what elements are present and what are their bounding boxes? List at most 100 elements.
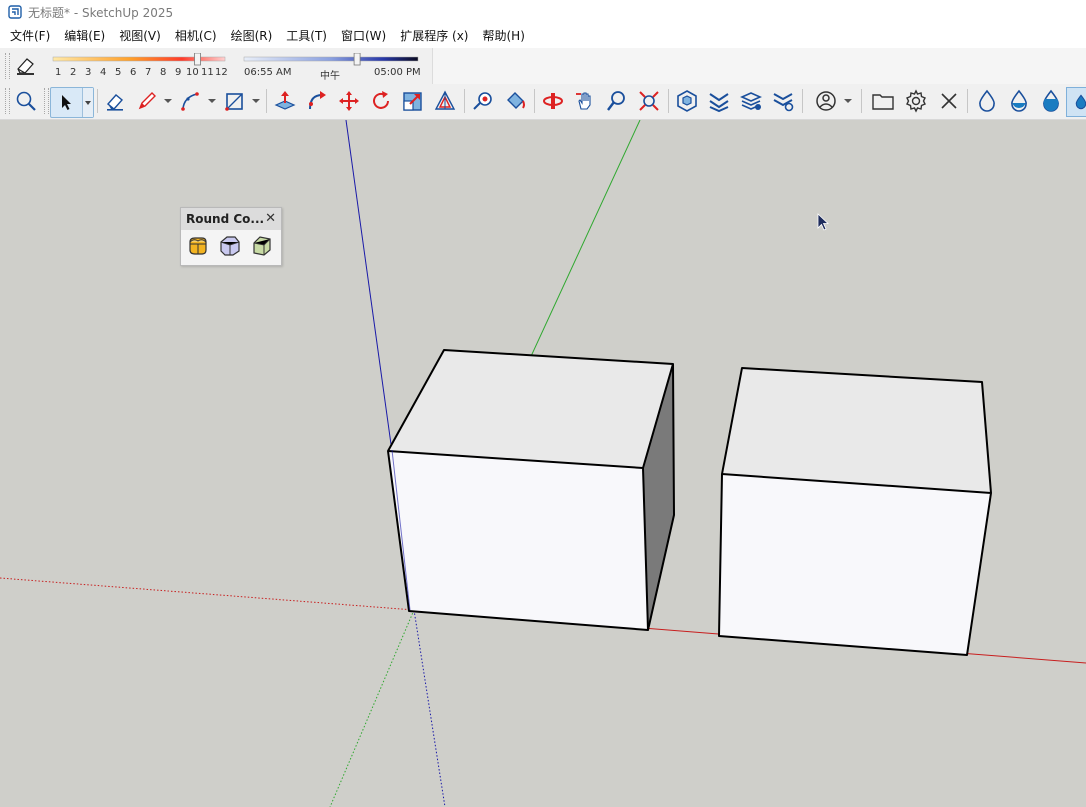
select-tool-dropdown[interactable] (82, 88, 93, 117)
paint-bucket-button[interactable] (501, 87, 529, 115)
menu-edit[interactable]: 编辑(E) (57, 25, 112, 47)
follow-me-icon (309, 91, 326, 110)
separator (534, 89, 535, 113)
pan-button[interactable] (571, 87, 599, 115)
eraser-shadow-icon (17, 58, 34, 75)
account-button[interactable] (812, 87, 840, 115)
round-corner-toolbar-header[interactable]: Round Co... ✕ (181, 208, 281, 230)
menu-camera[interactable]: 相机(C) (168, 25, 224, 47)
arc-tool-button[interactable] (176, 87, 204, 115)
offset-icon (434, 90, 456, 110)
month-tick: 11 (201, 67, 214, 78)
box-right[interactable] (718, 367, 992, 656)
settings-button[interactable] (902, 87, 930, 115)
gear-icon (906, 89, 926, 113)
pencil-icon (138, 92, 156, 110)
time-noon-label: 中午 (320, 71, 340, 82)
drop-fill-button[interactable] (1037, 87, 1065, 115)
scale-tool-button[interactable] (399, 87, 427, 115)
menu-view[interactable]: 视图(V) (112, 25, 168, 47)
warehouse-button[interactable] (673, 87, 701, 115)
bevel-corner-icon[interactable] (249, 233, 275, 259)
month-tick: 12 (215, 67, 228, 78)
zoom-icon (607, 91, 625, 111)
open-folder-button[interactable] (869, 87, 897, 115)
zoom-button[interactable] (603, 87, 631, 115)
line-tool-dropdown[interactable] (164, 87, 172, 115)
zoom-extents-icon (639, 91, 659, 111)
layout-button[interactable] (737, 87, 765, 115)
drop-solid-button[interactable] (1066, 87, 1086, 117)
toolbar-grip[interactable] (44, 88, 49, 114)
zoom-window-button[interactable] (635, 87, 663, 115)
drop-half-icon (1011, 89, 1027, 112)
round-corner-icon[interactable] (185, 233, 211, 259)
extension-manager-button[interactable] (769, 87, 797, 115)
round-corner-title: Round Co... (186, 212, 265, 226)
month-tick: 8 (160, 67, 167, 78)
drop-solid-icon (1075, 94, 1086, 110)
menu-draw[interactable]: 绘图(R) (224, 25, 280, 47)
separator (97, 89, 98, 113)
rectangle-tool-dropdown[interactable] (252, 87, 260, 115)
eraser-button[interactable] (101, 87, 129, 115)
box-left[interactable] (387, 349, 675, 631)
month-tick: 1 (55, 67, 62, 78)
separator (802, 89, 803, 113)
time-slider-thumb[interactable] (353, 53, 361, 66)
separator (967, 89, 968, 113)
toolbar-grip[interactable] (5, 53, 10, 79)
drop-fill-icon (1043, 89, 1059, 112)
move-tool-button[interactable] (335, 87, 363, 115)
menu-extensions[interactable]: 扩展程序 (x) (393, 25, 475, 47)
rotate-tool-button[interactable] (367, 87, 395, 115)
month-tick: 2 (70, 67, 77, 78)
push-pull-icon (274, 91, 296, 110)
toolbar-area-empty (433, 48, 1086, 84)
send-to-layout-icon (740, 92, 762, 110)
time-end-label: 05:00 PM (374, 67, 421, 78)
push-pull-button[interactable] (271, 87, 299, 115)
tape-measure-icon (473, 92, 492, 110)
drop-half-button[interactable] (1005, 87, 1033, 115)
toolbar-grip[interactable] (5, 88, 10, 114)
rectangle-tool-button[interactable] (221, 87, 249, 115)
month-tick: 9 (175, 67, 182, 78)
month-slider[interactable] (52, 53, 228, 67)
menu-file[interactable]: 文件(F) (0, 25, 57, 47)
month-slider-thumb[interactable] (194, 53, 201, 66)
time-slider[interactable] (243, 53, 421, 67)
tape-measure-button[interactable] (469, 87, 497, 115)
sharp-corner-icon[interactable] (217, 233, 243, 259)
menu-tools[interactable]: 工具(T) (279, 25, 334, 47)
menu-help[interactable]: 帮助(H) (475, 25, 531, 47)
model-viewport[interactable] (0, 120, 1086, 807)
account-dropdown[interactable] (844, 87, 852, 115)
sketchup-logo-icon (8, 5, 22, 19)
mouse-cursor-icon (817, 213, 830, 231)
separator (464, 89, 465, 113)
separator (266, 89, 267, 113)
orbit-button[interactable] (539, 87, 567, 115)
close-icon (941, 93, 957, 109)
folder-icon (872, 94, 894, 110)
line-tool-button[interactable] (133, 87, 161, 115)
title-bar: 无标题* - SketchUp 2025 (0, 0, 1086, 24)
round-corner-close-icon[interactable]: ✕ (265, 208, 276, 230)
extension-warehouse-button[interactable] (705, 87, 733, 115)
offset-tool-button[interactable] (431, 87, 459, 115)
arc-tool-dropdown[interactable] (208, 87, 216, 115)
menu-bar: 文件(F) 编辑(E) 视图(V) 相机(C) 绘图(R) 工具(T) 窗口(W… (0, 24, 1086, 48)
shadow-toggle-button[interactable] (12, 51, 40, 79)
separator (668, 89, 669, 113)
month-tick: 10 (186, 67, 199, 78)
close-button[interactable] (935, 87, 963, 115)
zoom-extents-button[interactable] (12, 87, 40, 115)
drop-outline-button[interactable] (973, 87, 1001, 115)
time-start-label: 06:55 AM (244, 67, 292, 78)
menu-window[interactable]: 窗口(W) (334, 25, 393, 47)
month-tick: 7 (145, 67, 152, 78)
follow-me-button[interactable] (303, 87, 331, 115)
month-tick: 4 (100, 67, 107, 78)
select-tool-button[interactable] (50, 87, 94, 118)
